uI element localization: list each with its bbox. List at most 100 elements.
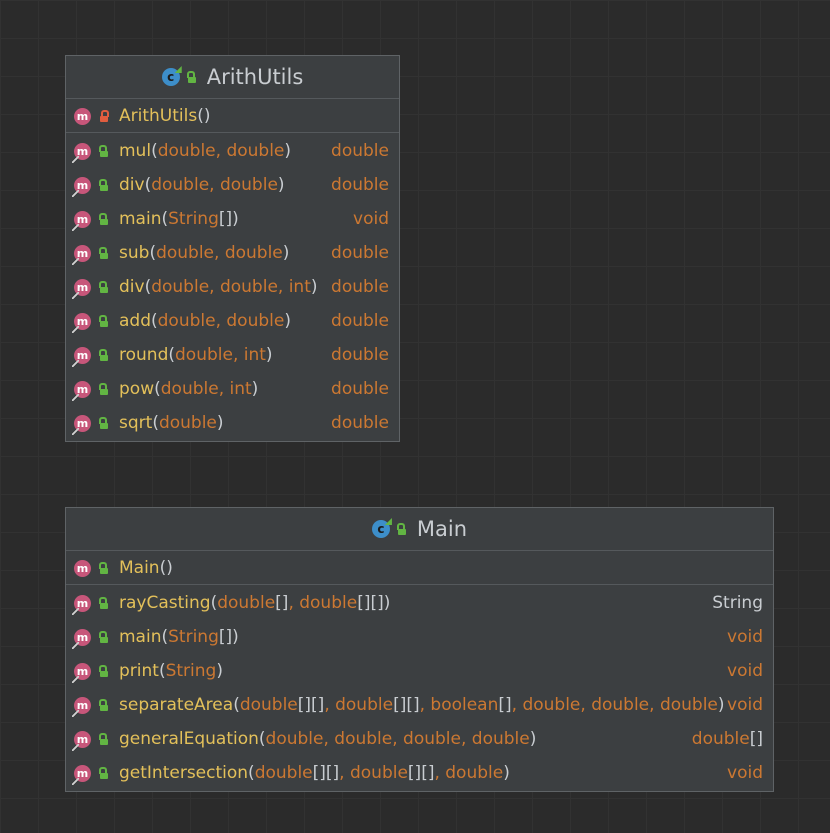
- method-row[interactable]: m sub(double, double) double: [66, 236, 399, 270]
- method-params: String: [165, 661, 217, 681]
- return-type: void: [353, 209, 389, 229]
- unlocked-icon: [99, 315, 109, 327]
- unlocked-icon: [99, 213, 109, 225]
- method-row[interactable]: m round(double, int) double: [66, 338, 399, 372]
- paren-open: (: [233, 695, 240, 715]
- method-icon: m: [72, 312, 91, 333]
- method-row[interactable]: m rayCasting(double[], double[][]) String: [66, 586, 773, 620]
- method-params: double[][], double[][], boolean[], doubl…: [239, 695, 718, 715]
- unlocked-icon: [99, 145, 109, 157]
- method-name: ArithUtils: [119, 106, 198, 126]
- return-type: void: [727, 763, 763, 783]
- unlocked-icon: [99, 767, 109, 779]
- unlocked-icon: [396, 523, 407, 535]
- constructor-section: m Main(): [66, 551, 773, 585]
- method-name: Main: [119, 558, 160, 578]
- paren-open: (: [144, 277, 152, 297]
- return-type: String: [712, 593, 763, 613]
- method-row[interactable]: m add(double, double) double: [66, 304, 399, 338]
- method-name: getIntersection: [119, 763, 249, 783]
- method-name: round: [119, 345, 169, 365]
- method-name: div: [119, 277, 145, 297]
- return-type: void: [727, 661, 763, 681]
- method-icon: m: [72, 210, 91, 231]
- paren-close: ): [503, 763, 510, 783]
- constructor-row[interactable]: m Main(): [66, 551, 773, 585]
- method-params: double, int: [160, 379, 252, 399]
- class-icon: c: [161, 68, 180, 86]
- method-icon: m: [72, 244, 91, 265]
- method-params: double[], double[][]: [217, 593, 384, 613]
- method-icon: m: [72, 662, 91, 683]
- method-row[interactable]: m div(double, double) double: [66, 168, 399, 202]
- method-list: m rayCasting(double[], double[][]) String m…: [66, 585, 773, 790]
- paren-open: (: [144, 175, 152, 195]
- paren-open: (: [151, 141, 158, 161]
- method-row[interactable]: m main(String[]) void: [66, 620, 773, 654]
- paren-close: ): [277, 175, 285, 195]
- constructor-row[interactable]: m ArithUtils(): [66, 99, 399, 133]
- method-name: div: [119, 175, 145, 195]
- method-name: sub: [119, 243, 150, 263]
- unlocked-icon: [99, 665, 109, 677]
- method-name: sqrt: [119, 413, 153, 433]
- method-name: pow: [119, 379, 155, 399]
- return-type: double: [331, 345, 389, 365]
- paren-close: ): [383, 593, 391, 613]
- paren-close: ): [717, 695, 725, 715]
- paren-close: ): [216, 413, 224, 433]
- paren-close: ): [203, 106, 211, 126]
- paren-open: (: [154, 379, 161, 399]
- paren-open: (: [161, 209, 169, 229]
- paren-open: (: [152, 413, 159, 433]
- return-type: double[]: [691, 729, 763, 749]
- method-name: separateArea: [119, 695, 234, 715]
- method-params: double, double: [156, 243, 283, 263]
- class-header[interactable]: c ArithUtils: [66, 56, 399, 99]
- class-header[interactable]: c Main: [66, 508, 773, 551]
- method-name: rayCasting: [119, 593, 211, 613]
- constructor-section: m ArithUtils(): [66, 99, 399, 133]
- method-icon: m: [72, 764, 91, 785]
- return-type: double: [331, 243, 389, 263]
- method-row[interactable]: m mul(double, double) double: [66, 134, 399, 168]
- unlocked-icon: [99, 699, 109, 711]
- method-row[interactable]: m separateArea(double[][], double[][], bo…: [66, 688, 773, 722]
- method-params: double[][], double[][], double: [254, 763, 504, 783]
- method-icon: m: [72, 278, 91, 299]
- lock-icon: [99, 110, 109, 122]
- paren-open: (: [151, 311, 158, 331]
- unlocked-icon: [99, 417, 109, 429]
- paren-close: ): [216, 661, 223, 681]
- return-type: double: [331, 175, 389, 195]
- method-params: double, int: [175, 345, 266, 365]
- paren-close: ): [284, 311, 291, 331]
- method-icon: m: [74, 559, 91, 577]
- method-icon: m: [72, 142, 91, 163]
- method-icon: m: [72, 628, 91, 649]
- method-row[interactable]: m pow(double, int) double: [66, 372, 399, 406]
- class-name: Main: [416, 517, 468, 541]
- method-name: print: [119, 661, 159, 681]
- method-row[interactable]: m div(double, double, int) double: [66, 270, 399, 304]
- unlocked-icon: [99, 631, 109, 643]
- paren-close: ): [265, 345, 273, 365]
- method-icon: m: [72, 414, 91, 435]
- method-params: double, double: [151, 175, 278, 195]
- method-row[interactable]: m generalEquation(double, double, double,…: [66, 722, 773, 756]
- class-box-arithutils[interactable]: c ArithUtils m ArithUtils() m mul(double,…: [65, 55, 400, 442]
- paren-close: ): [282, 243, 290, 263]
- method-row[interactable]: m print(String) void: [66, 654, 773, 688]
- return-type: void: [727, 695, 763, 715]
- return-type: double: [331, 277, 389, 297]
- unlocked-icon: [99, 349, 109, 361]
- method-row[interactable]: m getIntersection(double[][], double[][],…: [66, 756, 773, 790]
- method-name: main: [119, 627, 162, 647]
- method-row[interactable]: m sqrt(double) double: [66, 406, 399, 440]
- method-list: m mul(double, double) double m div(double, d…: [66, 133, 399, 440]
- method-row[interactable]: m main(String[]) void: [66, 202, 399, 236]
- class-box-main[interactable]: c Main m Main() m rayCasting ( double[], do…: [65, 507, 774, 792]
- method-icon: m: [72, 594, 91, 615]
- paren-close: ): [284, 141, 292, 161]
- unlocked-icon: [99, 383, 109, 395]
